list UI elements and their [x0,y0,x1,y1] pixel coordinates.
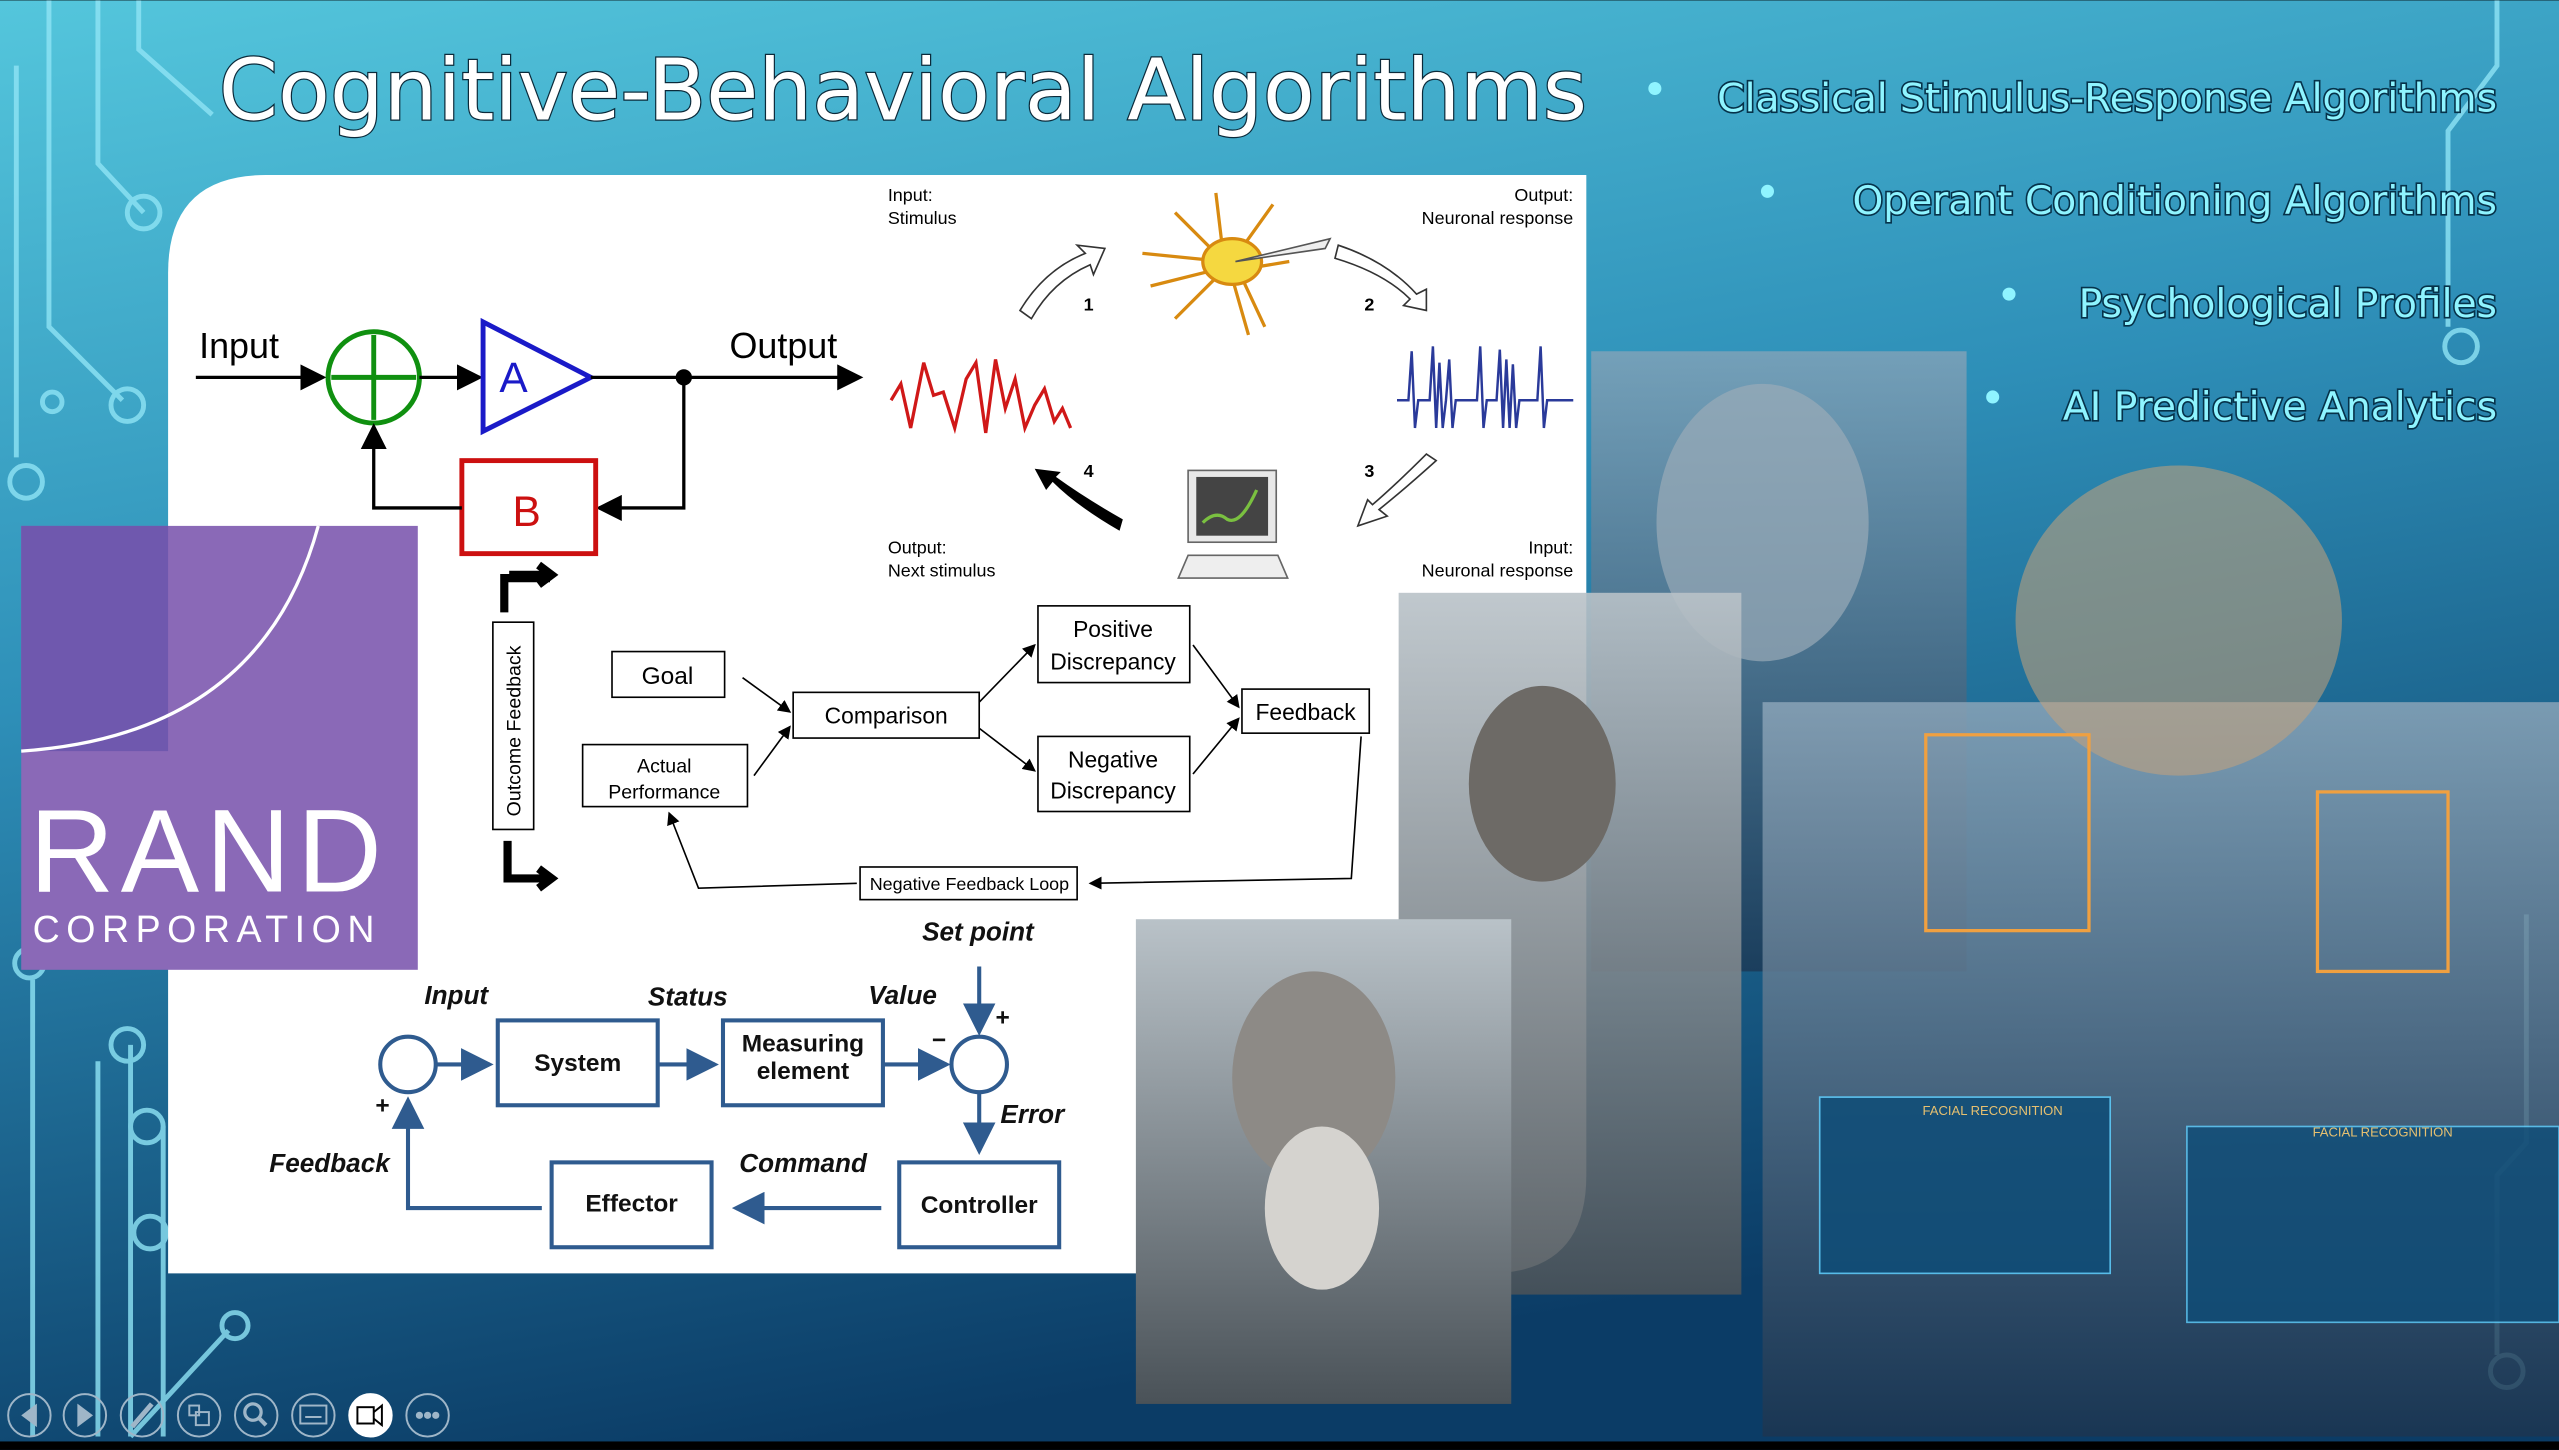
plus-sign: + [375,1092,389,1119]
actual-performance-box: Actual [637,755,691,777]
label-input: Input [199,326,279,366]
step-number: 1 [1084,294,1094,314]
people-phones-photo [1762,702,2559,1437]
outcome-feedback-label: Outcome Feedback [504,645,526,816]
rand-logo: RAND CORPORATION [21,525,418,970]
label: Output: [1514,185,1573,205]
negative-feedback-loop-box: Negative Feedback Loop [870,874,1069,894]
facial-recognition-label: FACIAL RECOGNITION [2313,1124,2453,1139]
label-value: Value [868,980,937,1010]
slide: Cognitive-Behavioral Algorithms Classica… [0,0,2559,1450]
measuring-element-box: element [757,1058,849,1085]
system-box: System [534,1050,621,1077]
controller-box: Controller [921,1192,1038,1219]
positive-discrepancy-box: Positive [1073,616,1153,642]
measuring-element-box: Measuring [742,1030,864,1057]
label: Neuronal response [1422,560,1574,580]
label: Output: [888,538,947,558]
amplifier-label: A [499,354,528,401]
facial-recognition-panel [2186,1125,2559,1324]
label-set-point: Set point [922,916,1035,946]
label-input: Input [424,980,489,1010]
slide-title: Cognitive-Behavioral Algorithms [219,42,1587,141]
bullet-item: Classical Stimulus-Response Algorithms [1717,76,2497,121]
bullet-item: AI Predictive Analytics [2063,385,2497,430]
label-status: Status [648,982,728,1012]
bullet-item: Operant Conditioning Algorithms [1852,179,2497,224]
logo-subtext: CORPORATION [33,908,381,950]
label: Neuronal response [1422,208,1574,228]
logo-text: RAND [29,785,388,916]
bullet-item: Psychological Profiles [2079,282,2497,327]
effector-box: Effector [585,1190,678,1217]
feedback-box: Feedback [1255,699,1356,725]
actual-performance-box: Performance [608,781,720,803]
label: Next stimulus [888,560,996,580]
facial-recognition-panel [1818,1096,2112,1275]
negative-discrepancy-box: Negative [1068,746,1158,772]
negative-discrepancy-box: Discrepancy [1050,777,1176,803]
comparison-box: Comparison [825,702,948,728]
label: Stimulus [888,208,957,228]
circuit-brain-image [2015,465,2342,776]
label-output: Output [730,326,838,366]
facial-recognition-label: FACIAL RECOGNITION [1923,1103,2063,1118]
label-feedback: Feedback [269,1148,391,1178]
label: Input: [888,185,933,205]
feedback-block-label: B [512,488,540,535]
camera-icon[interactable] [348,1393,393,1438]
label: Input: [1528,538,1573,558]
label-command: Command [739,1148,868,1178]
step-number: 2 [1364,294,1374,314]
minus-sign: − [932,1027,946,1054]
computer-monitor-icon [1177,469,1289,579]
plus-sign: + [996,1004,1010,1031]
step-number: 4 [1084,461,1094,481]
goal-box: Goal [642,663,694,690]
label-error: Error [1000,1099,1066,1129]
step-number: 3 [1364,461,1374,481]
positive-discrepancy-box: Discrepancy [1050,649,1176,675]
